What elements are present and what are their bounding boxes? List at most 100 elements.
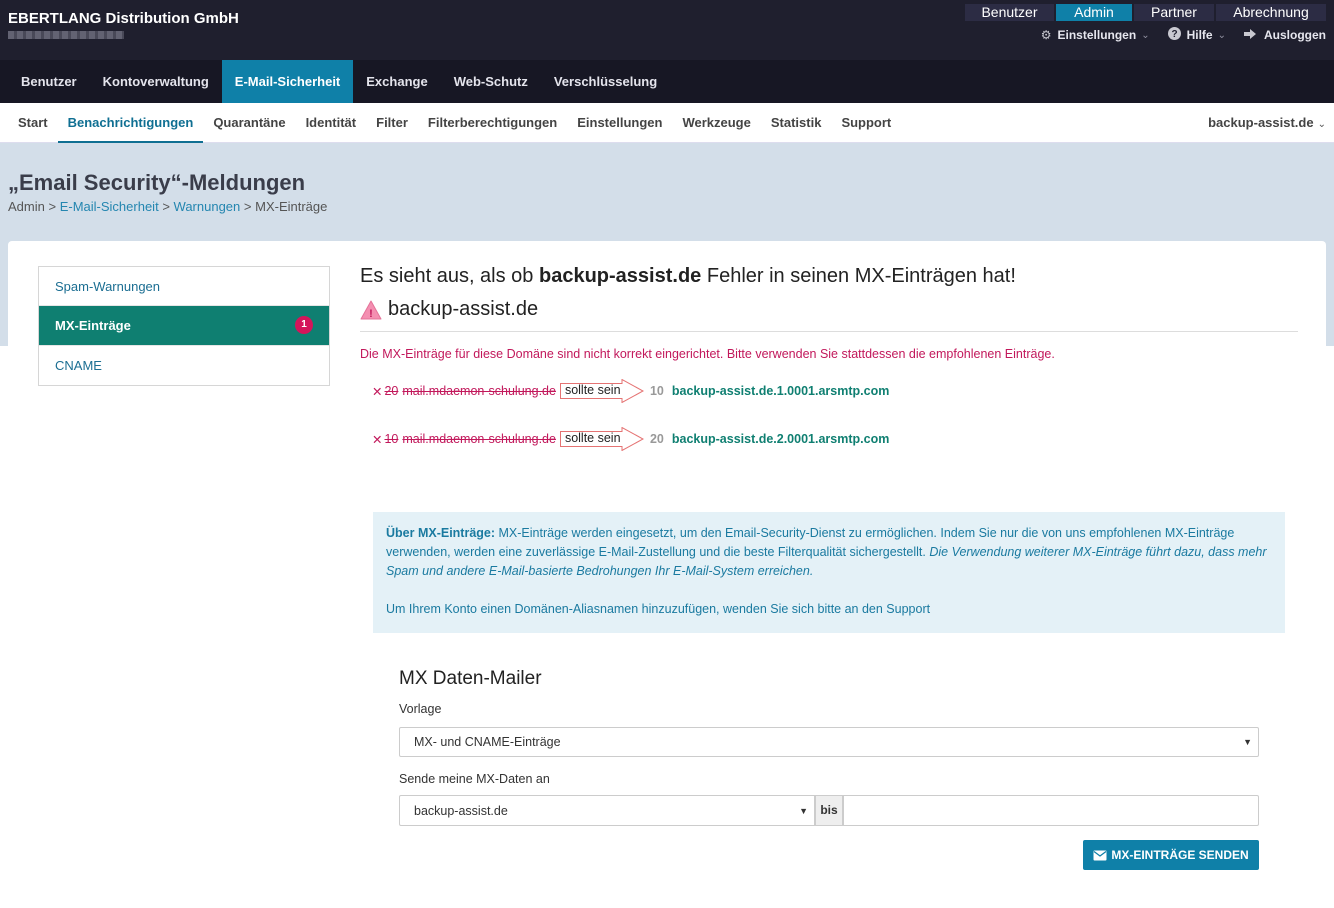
role-tab-admin[interactable]: Admin xyxy=(1056,4,1132,21)
sub-nav: Start Benachrichtigungen Quarantäne Iden… xyxy=(0,103,1334,143)
breadcrumb-current: MX-Einträge xyxy=(255,199,328,214)
main-nav-verschluesselung[interactable]: Verschlüsselung xyxy=(541,60,670,103)
domain-name: backup-assist.de xyxy=(388,298,539,320)
old-mx-entry: 20 mail.mdaemon-schulung.de xyxy=(384,384,555,398)
divider xyxy=(360,331,1298,332)
help-label: Hilfe xyxy=(1186,28,1213,42)
side-menu-label: CNAME xyxy=(55,357,102,373)
sub-nav-quarantaene[interactable]: Quarantäne xyxy=(203,103,295,142)
breadcrumb-separator: > xyxy=(243,199,252,214)
main-nav-web-schutz[interactable]: Web-Schutz xyxy=(441,60,541,103)
breadcrumb-separator: > xyxy=(162,199,170,214)
logout-label: Ausloggen xyxy=(1264,28,1326,42)
breadcrumb-link-email-security[interactable]: E-Mail-Sicherheit xyxy=(60,199,159,214)
sub-nav-statistik[interactable]: Statistik xyxy=(761,103,832,142)
side-menu-cname[interactable]: CNAME xyxy=(39,346,329,385)
breadcrumb-separator: > xyxy=(48,199,57,214)
recipient-email-input[interactable] xyxy=(843,795,1259,826)
breadcrumb: Admin > E-Mail-Sicherheit > Warnungen > … xyxy=(8,199,327,214)
sub-nav-filter[interactable]: Filter xyxy=(366,103,418,142)
info-paragraph: Über MX-Einträge: MX-Einträge werden ein… xyxy=(386,524,1272,581)
sub-nav-werkzeuge[interactable]: Werkzeuge xyxy=(672,103,760,142)
headline-suffix: Fehler in seinen MX-Einträgen hat! xyxy=(706,265,1016,287)
domain-select-value: backup-assist.de xyxy=(414,803,508,818)
breadcrumb-root: Admin xyxy=(8,199,45,214)
logout-icon xyxy=(1244,28,1258,43)
logout-button[interactable]: Ausloggen xyxy=(1244,28,1326,43)
side-menu: Spam-Warnungen MX-Einträge 1 CNAME xyxy=(38,266,330,386)
error-message: Die MX-Einträge für diese Domäne sind ni… xyxy=(360,347,1055,361)
chevron-down-icon: ⌄ xyxy=(1141,29,1150,41)
mx-row: ✕ 20 mail.mdaemon-schulung.de sollte sein… xyxy=(372,379,889,403)
new-mx-host: backup-assist.de.1.0001.arsmtp.com xyxy=(671,384,890,398)
settings-label: Einstellungen xyxy=(1057,28,1137,42)
side-menu-mx-records[interactable]: MX-Einträge 1 xyxy=(39,306,329,346)
caret-down-icon: ▼ xyxy=(1243,737,1252,747)
page-title: „Email Security“-Meldungen xyxy=(8,170,306,195)
template-select-value: MX- und CNAME-Einträge xyxy=(414,735,561,749)
main-nav-kontoverwaltung[interactable]: Kontoverwaltung xyxy=(90,60,222,103)
domain-select[interactable]: backup-assist.de ▼ xyxy=(399,795,815,826)
main-nav-benutzer[interactable]: Benutzer xyxy=(8,60,90,103)
should-be-label: sollte sein xyxy=(564,383,621,397)
sub-nav-benachrichtigungen[interactable]: Benachrichtigungen xyxy=(57,103,204,143)
sub-nav-start[interactable]: Start xyxy=(8,103,58,142)
top-actions: ⚙ Einstellungen ⌄ ? Hilfe ⌄ Ausloggen xyxy=(1023,27,1326,43)
side-menu-label: MX-Einträge xyxy=(55,318,131,334)
help-menu[interactable]: ? Hilfe ⌄ xyxy=(1167,27,1226,43)
role-tab-partner[interactable]: Partner xyxy=(1134,4,1214,21)
top-bar: EBERTLANG Distribution GmbH Benutzer Adm… xyxy=(0,0,1334,60)
sub-nav-filterberechtigungen[interactable]: Filterberechtigungen xyxy=(418,103,567,142)
new-mx-priority: 10 xyxy=(649,384,664,398)
role-tabs: Benutzer Admin Partner Abrechnung xyxy=(965,4,1326,21)
chevron-down-icon: ⌄ xyxy=(1217,29,1226,41)
mx-row: ✕ 10 mail.mdaemon-schulung.de sollte sein… xyxy=(372,427,889,451)
cross-icon: ✕ xyxy=(372,432,383,447)
breadcrumb-link-warnings[interactable]: Warnungen xyxy=(174,199,241,214)
chevron-down-icon: ⌄ xyxy=(1317,119,1326,130)
old-mx-priority: 10 xyxy=(384,432,399,446)
domain-selector[interactable]: backup-assist.de ⌄ xyxy=(1208,103,1326,145)
send-to-label: Sende meine MX-Daten an xyxy=(399,772,550,786)
main-nav-exchange[interactable]: Exchange xyxy=(353,60,440,103)
new-mx-priority: 20 xyxy=(649,432,664,446)
sub-nav-einstellungen[interactable]: Einstellungen xyxy=(567,103,672,142)
headline-prefix: Es sieht aus, als ob xyxy=(360,265,534,287)
role-tab-abrechnung[interactable]: Abrechnung xyxy=(1216,4,1326,21)
info-lead: Über MX-Einträge: xyxy=(386,526,496,540)
svg-text:!: ! xyxy=(369,308,373,320)
blurred-user-info xyxy=(8,31,124,39)
help-icon: ? xyxy=(1167,27,1181,43)
side-menu-label: Spam-Warnungen xyxy=(55,279,161,294)
template-label: Vorlage xyxy=(399,702,442,716)
new-mx-host: backup-assist.de.2.0001.arsmtp.com xyxy=(671,432,890,446)
template-select[interactable]: MX- und CNAME-Einträge ▼ xyxy=(399,727,1259,757)
cross-icon: ✕ xyxy=(372,384,383,399)
info-box: Über MX-Einträge: MX-Einträge werden ein… xyxy=(373,512,1285,633)
info-support-text: Um Ihrem Konto einen Domänen-Aliasnamen … xyxy=(386,602,931,616)
domain-heading: ! backup-assist.de xyxy=(360,298,538,321)
old-mx-host: mail.mdaemon-schulung.de xyxy=(402,432,556,446)
arrow-right-icon: sollte sein xyxy=(559,427,644,451)
envelope-icon xyxy=(1093,850,1107,860)
mx-error-headline: Es sieht aus, als ob backup-assist.de Fe… xyxy=(360,265,1016,288)
count-badge: 1 xyxy=(295,316,313,335)
arrow-right-icon: sollte sein xyxy=(559,379,644,403)
main-nav-email-security[interactable]: E-Mail-Sicherheit xyxy=(221,60,354,103)
company-name: EBERTLANG Distribution GmbH xyxy=(8,10,239,27)
should-be-label: sollte sein xyxy=(564,431,621,445)
send-mx-records-button[interactable]: MX-EINTRÄGE SENDEN xyxy=(1083,840,1259,870)
gear-icon: ⚙ xyxy=(1040,28,1052,42)
side-menu-spam-warnings[interactable]: Spam-Warnungen xyxy=(39,267,329,307)
domain-selector-label: backup-assist.de xyxy=(1208,115,1314,130)
sub-nav-identitaet[interactable]: Identität xyxy=(296,103,367,142)
old-mx-priority: 20 xyxy=(384,384,399,398)
send-button-label: MX-EINTRÄGE SENDEN xyxy=(1111,848,1249,862)
settings-menu[interactable]: ⚙ Einstellungen ⌄ xyxy=(1041,28,1150,42)
role-tab-benutzer[interactable]: Benutzer xyxy=(965,4,1054,21)
sub-nav-support[interactable]: Support xyxy=(831,103,901,142)
caret-down-icon: ▼ xyxy=(799,805,808,816)
warning-icon: ! xyxy=(360,300,382,320)
headline-domain: backup-assist.de xyxy=(539,265,702,287)
main-nav: Benutzer Kontoverwaltung E-Mail-Sicherhe… xyxy=(0,60,1334,103)
